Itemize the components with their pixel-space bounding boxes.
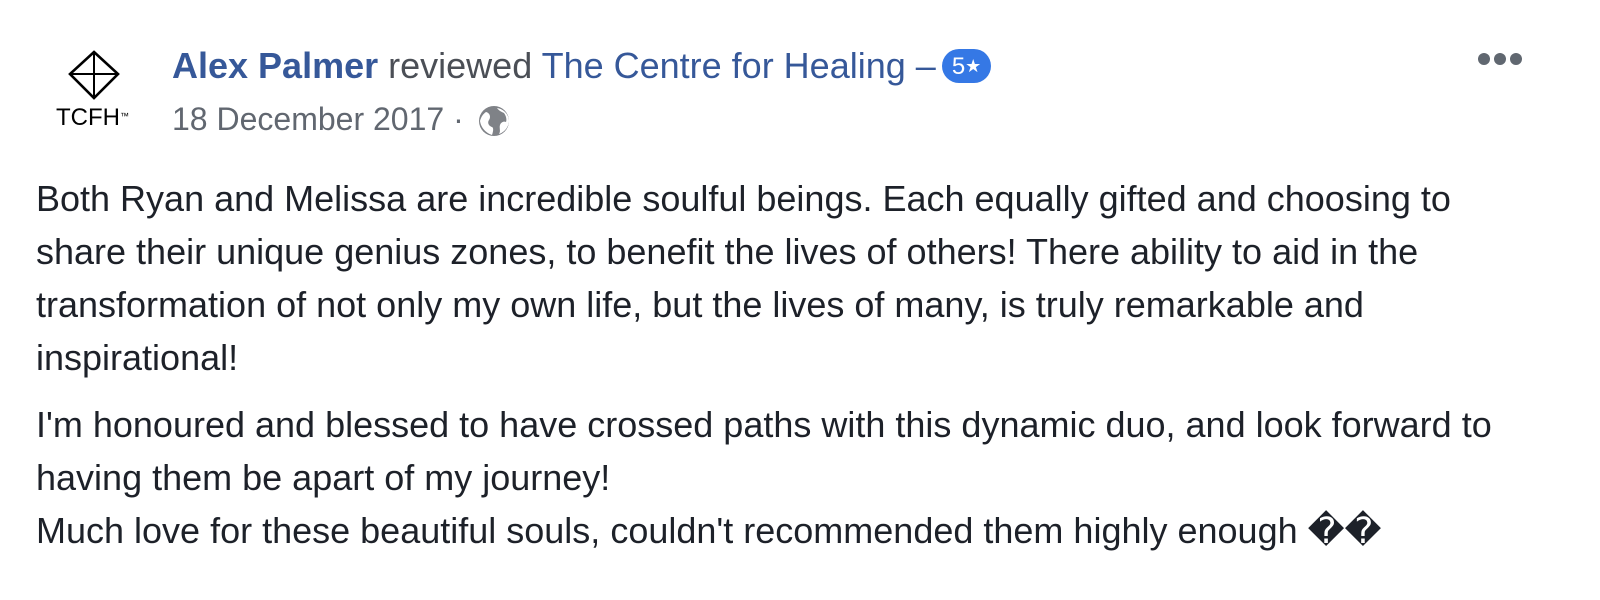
page-name-link[interactable]: The Centre for Healing	[542, 45, 906, 86]
review-body: Both Ryan and Melissa are incredible sou…	[36, 172, 1536, 557]
action-text: reviewed	[388, 45, 533, 86]
post-date-link[interactable]: 18 December 2017	[172, 101, 444, 137]
diamond-logo-icon	[68, 50, 120, 100]
post-meta: 18 December 2017 ·	[172, 99, 511, 139]
review-header: Alex Palmer reviewed The Centre for Heal…	[172, 43, 992, 89]
header-separator: –	[915, 45, 936, 86]
more-options-dot	[1494, 53, 1506, 65]
review-post: TCFH™ Alex Palmer reviewed The Centre fo…	[0, 0, 1600, 600]
review-paragraph: Both Ryan and Melissa are incredible sou…	[36, 178, 1451, 378]
rating-value: 5	[951, 53, 966, 80]
meta-separator: ·	[453, 101, 464, 137]
more-options-button[interactable]	[1470, 40, 1530, 80]
review-paragraph: Much love for these beautiful souls, cou…	[36, 510, 1382, 551]
more-options-icon	[1478, 53, 1490, 65]
review-paragraph: I'm honoured and blessed to have crossed…	[36, 404, 1492, 498]
more-options-dot	[1510, 53, 1522, 65]
globe-icon[interactable]	[477, 104, 511, 138]
page-avatar[interactable]: TCFH™	[52, 50, 140, 132]
star-icon: ★	[965, 56, 982, 76]
rating-badge[interactable]: 5★	[941, 49, 992, 83]
avatar-logo-text: TCFH™	[56, 104, 129, 131]
author-name-link[interactable]: Alex Palmer	[172, 45, 378, 86]
